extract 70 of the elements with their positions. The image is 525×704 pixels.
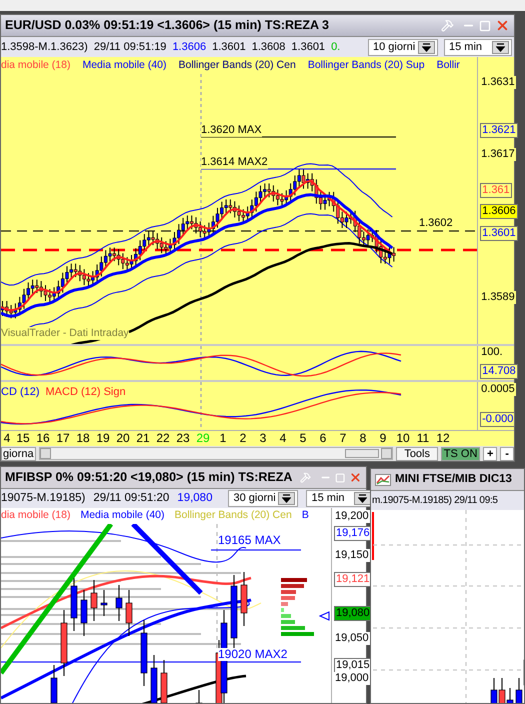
level-label: 1.3614 MAX2 — [201, 156, 268, 169]
legend-label: Bollinger Bands (20) Cen — [174, 508, 292, 523]
price-label: 14.708 — [480, 364, 518, 379]
price-label: 0.0005 — [480, 383, 516, 396]
price-label: -0.000 — [480, 412, 516, 427]
current-price-label: 1.3606 — [480, 204, 518, 219]
axis-label: 10 — [395, 431, 411, 446]
axis-label: 29 — [195, 431, 211, 446]
axis-label: 22 — [155, 431, 171, 446]
axis-label: 20 — [115, 431, 131, 446]
price-label: 19,176 — [334, 526, 372, 541]
axis-label: 17 — [55, 431, 71, 446]
legend-label: dia mobile (18) — [1, 508, 70, 523]
quote-value: 29/11 09:51:20 — [93, 490, 170, 506]
axis-label: 15 — [15, 431, 31, 446]
price-label: 19,150 — [334, 549, 370, 562]
price-label: 19,050 — [334, 632, 370, 645]
axis-label: 8 — [358, 431, 368, 446]
price-label: 1.3621 — [480, 123, 518, 138]
window-title: MINI FTSE/MIB DIC13 — [395, 472, 512, 487]
quote-value: 1.3608 — [252, 40, 286, 55]
quote-value: 1.3598-M.1.3623) — [1, 40, 88, 55]
legend-label: Bollinger Bands (20) Sup — [308, 58, 425, 73]
price-label: 19,200 — [334, 510, 370, 523]
quote-value: 1.3601 — [212, 40, 246, 55]
price-label: 1.3631 — [480, 76, 516, 89]
quote-value: 1.3601 — [291, 40, 326, 55]
axis-label: 23 — [175, 431, 191, 446]
price-label: 1.3617 — [480, 148, 516, 161]
level-label: 19020 MAX2 — [218, 648, 288, 661]
current-price-label: 19,080 — [334, 606, 372, 621]
axis-label: 9 — [378, 431, 388, 446]
axis-label: 4 — [278, 431, 288, 446]
level-label: 19165 MAX — [218, 534, 281, 547]
legend-label: Media mobile (40) — [82, 58, 166, 73]
quote-value: m.19075-M.19185) 29/11 09:5 — [372, 494, 498, 508]
quote-value: 0. — [331, 40, 340, 55]
legend-label: Media mobile (40) — [80, 508, 164, 523]
axis-label: 1 — [218, 431, 228, 446]
price-label: 19,000 — [334, 672, 370, 685]
axis-label: 16 — [35, 431, 51, 446]
axis-label: 7 — [338, 431, 348, 446]
quote-value: 1.3606 — [172, 40, 206, 55]
axis-label: 5 — [298, 431, 308, 446]
price-label: 19,121 — [334, 572, 372, 587]
axis-label: 18 — [75, 431, 91, 446]
axis-label: 2 — [238, 431, 248, 446]
price-label: 1.361 — [480, 183, 512, 198]
window-title: EUR/USD 0.03% 09:51:19 <1.3606> (15 min) TS:REZA 3 — [5, 17, 330, 34]
price-label: 1.3589 — [480, 291, 516, 304]
axis-label: 21 — [135, 431, 151, 446]
legend-label: MACD (12) Sign — [46, 385, 126, 400]
axis-label: 3 — [258, 431, 268, 446]
legend-label: B — [302, 508, 309, 523]
quote-value: 19075-M.19185) — [1, 490, 86, 506]
axis-label: 6 — [318, 431, 328, 446]
axis-label: 4 — [2, 431, 12, 446]
legend-label: Bollir — [436, 58, 460, 73]
legend-label: CD (12) — [1, 385, 40, 400]
axis-label: 11 — [416, 431, 430, 446]
legend-label: Bollinger Bands (20) Cen — [178, 58, 296, 73]
quote-value: 19,080 — [177, 490, 212, 506]
level-label: 1.3620 MAX — [201, 124, 262, 137]
legend-label: dia mobile (18) — [1, 58, 70, 73]
window-title: MFIBSP 0% 09:51:20 <19,080> (15 min) TS:REZA — [5, 469, 292, 486]
axis-label: 19 — [95, 431, 111, 446]
price-label: 1.3601 — [480, 226, 518, 241]
axis-label: 12 — [435, 431, 451, 446]
data-source-caption: VisualTrader - Dati Intraday — [1, 327, 129, 340]
quote-value: 29/11 09:51:19 — [94, 40, 166, 55]
